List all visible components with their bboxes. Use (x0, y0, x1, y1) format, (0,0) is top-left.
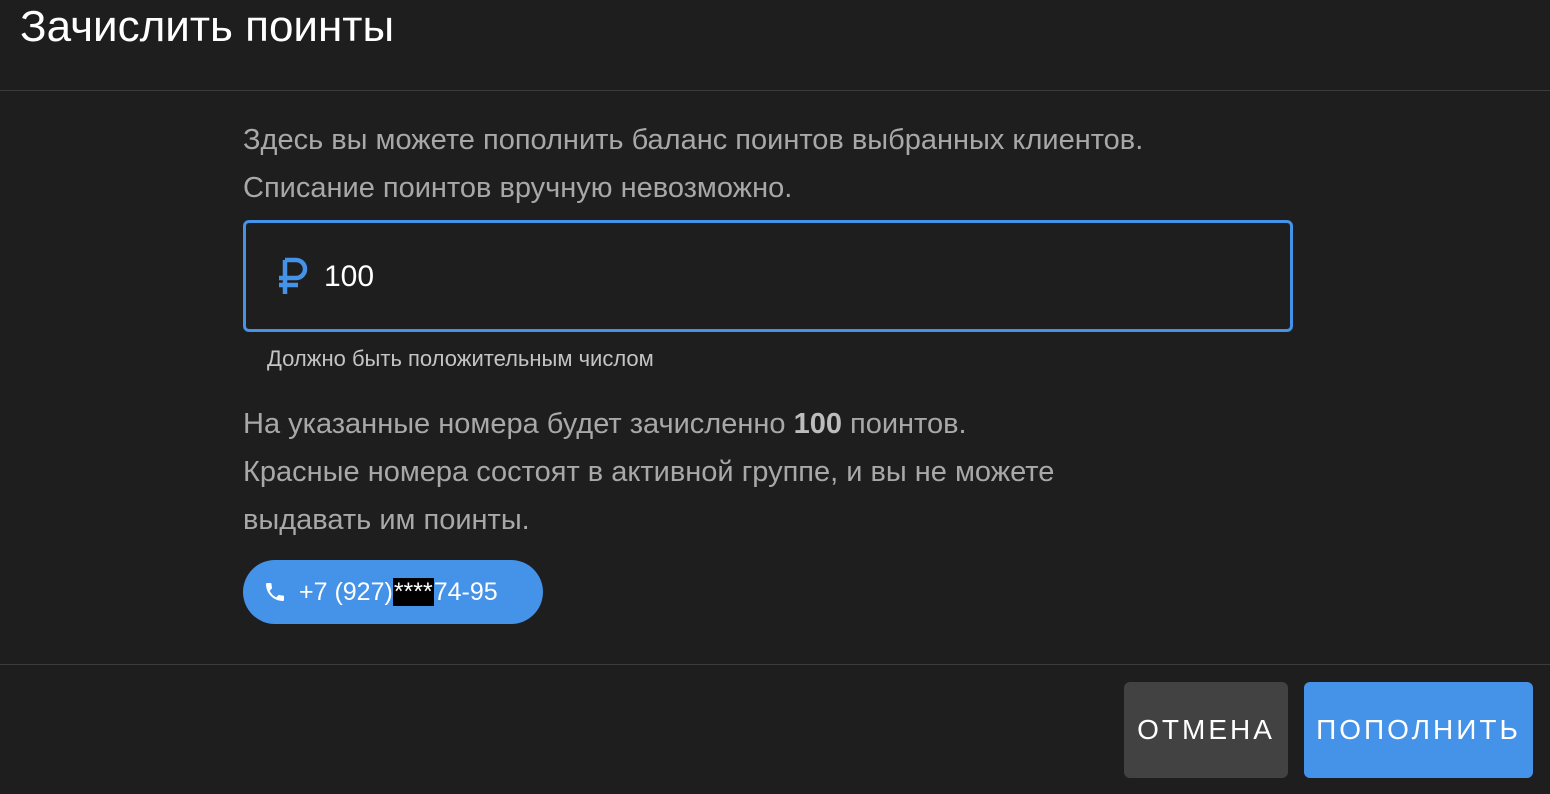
info-line-1-before: На указанные номера будет зачисленно (243, 408, 794, 440)
phone-chip[interactable]: +7 (927)****74-95 (243, 560, 543, 624)
info-amount: 100 (793, 408, 842, 440)
phone-number: +7 (927)****74-95 (299, 577, 498, 607)
header-divider (0, 90, 1550, 91)
amount-hint: Должно быть положительным числом (267, 346, 654, 371)
amount-input[interactable] (324, 257, 1224, 297)
phone-suffix: 74-95 (433, 578, 498, 606)
cancel-button[interactable]: ОТМЕНА (1124, 682, 1288, 778)
phone-prefix: +7 (927) (299, 578, 393, 606)
submit-button[interactable]: ПОПОЛНИТЬ (1304, 682, 1533, 778)
intro-line-2: Списание поинтов вручную невозможно. (243, 172, 793, 204)
info-line-1-after: поинтов. (841, 408, 967, 440)
footer-divider (0, 664, 1550, 665)
intro-text: Здесь вы можете пополнить баланс поинтов… (243, 116, 1293, 212)
phone-icon (266, 583, 284, 601)
ruble-icon (279, 257, 308, 294)
info-line-3: выдавать им поинты. (243, 504, 530, 536)
dialog-content: Здесь вы можете пополнить баланс поинтов… (243, 116, 1293, 624)
phone-masked-digits: **** (392, 578, 434, 606)
amount-field[interactable] (243, 220, 1293, 332)
credit-points-dialog: Зачислить поинты Здесь вы можете пополни… (0, 0, 1550, 794)
info-line-2: Красные номера состоят в активной группе… (243, 456, 1055, 488)
intro-line-1: Здесь вы можете пополнить баланс поинтов… (243, 124, 1144, 156)
dialog-title: Зачислить поинты (20, 2, 395, 51)
info-text: На указанные номера будет зачисленно 100… (243, 400, 1293, 544)
info-line-1: На указанные номера будет зачисленно 100… (243, 400, 1293, 448)
